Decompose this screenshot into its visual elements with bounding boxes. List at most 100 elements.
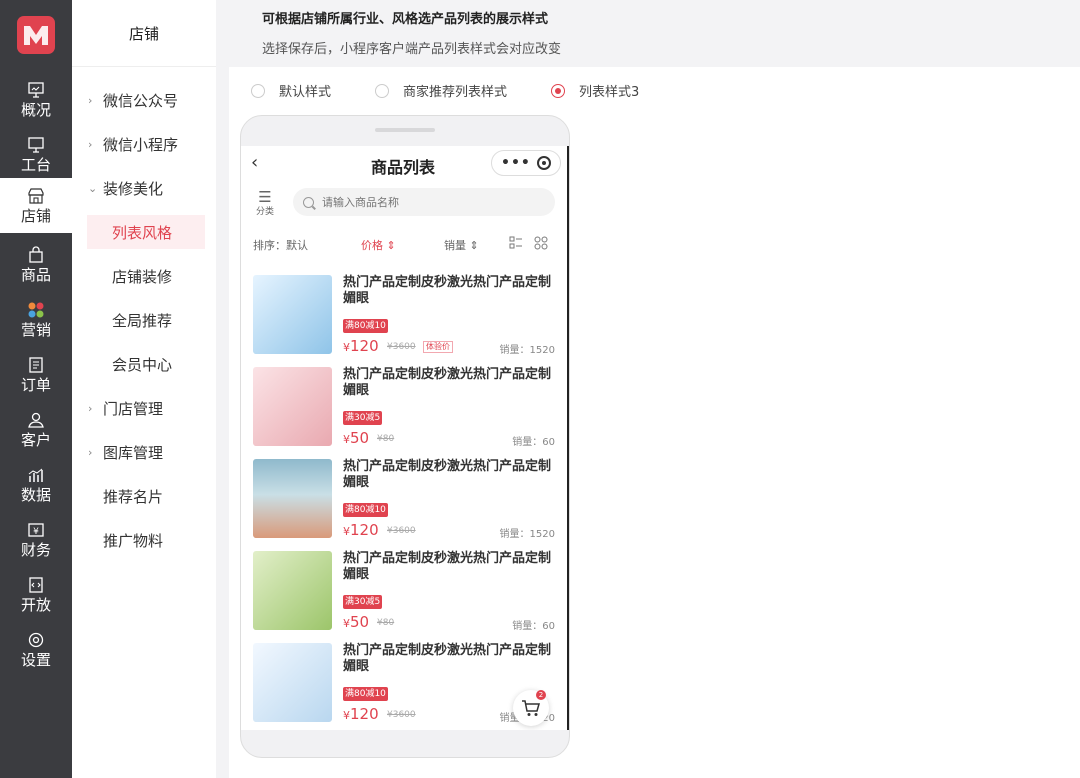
menu-item-business-card[interactable]: 推荐名片 xyxy=(72,479,216,513)
category-button[interactable]: ☰ 分类 xyxy=(253,188,277,218)
rail-label: 财务 xyxy=(20,540,51,559)
product-item[interactable]: 热门产品定制皮秒激光热门产品定制媚眼 满80减10 ¥120 ¥3600 销量：… xyxy=(241,459,565,551)
menu-item-store-management[interactable]: › 门店管理 xyxy=(72,391,216,425)
menu-item-gallery[interactable]: › 图库管理 xyxy=(72,435,216,469)
radio-default-style[interactable]: 默认样式 xyxy=(251,81,331,100)
product-image[interactable] xyxy=(253,643,332,722)
coupon-badge: 满30减5 xyxy=(343,411,383,425)
chevron-right-icon: › xyxy=(88,445,93,459)
sort-sales[interactable]: 销量 ⇕ xyxy=(444,237,479,253)
menu-item-mini-program[interactable]: › 微信小程序 xyxy=(72,127,216,161)
style-radio-group: 默认样式 商家推荐列表样式 列表样式3 xyxy=(251,81,683,100)
coupon-badge: 满80减10 xyxy=(343,319,388,333)
menu-item-member-center[interactable]: 会员中心 xyxy=(72,347,216,381)
rail-item-finance[interactable]: ¥ 财务 xyxy=(0,512,72,567)
product-item[interactable]: 热门产品定制皮秒激光热门产品定制媚眼 满30减5 ¥50 ¥80 销量：60 xyxy=(241,367,565,459)
rail-label: 工台 xyxy=(20,155,51,174)
rail-item-marketing[interactable]: 营销 xyxy=(0,292,72,347)
product-image[interactable] xyxy=(253,367,332,446)
code-icon xyxy=(27,576,45,594)
coupon-badge: 满80减10 xyxy=(343,687,388,701)
product-image[interactable] xyxy=(253,551,332,630)
main-area: 可根据店铺所属行业、风格选产品列表的展示样式 选择保存后，小程序客户端产品列表样… xyxy=(216,0,1080,778)
phone-screen: ‹ 商品列表 ••• ☰ 分类 排序：默认 价格 ⇕ 销量 ⇕ xyxy=(241,146,569,730)
more-dots-icon[interactable]: ••• xyxy=(501,155,531,171)
radio-dot-selected[interactable] xyxy=(551,83,566,98)
rail-item-settings[interactable]: 设置 xyxy=(0,622,72,677)
menu-item-list-style[interactable]: 列表风格 xyxy=(87,215,205,249)
notice-desc: 选择保存后，小程序客户端产品列表样式会对应改变 xyxy=(262,42,562,57)
rail-item-products[interactable]: 商品 xyxy=(0,237,72,292)
search-input[interactable] xyxy=(322,195,522,209)
menu-item-decoration[interactable]: ⌄ 装修美化 xyxy=(72,171,216,205)
coupon-badge: 满80减10 xyxy=(343,503,388,517)
list-menu-icon: ☰ xyxy=(258,188,272,206)
rail-label: 设置 xyxy=(20,650,51,669)
content-panel: 默认样式 商家推荐列表样式 列表样式3 ‹ 商品列表 ••• ☰ 分类 请输入商… xyxy=(229,67,1080,778)
price-value: 120 xyxy=(350,705,379,723)
rail-label: 订单 xyxy=(20,375,51,394)
search-box[interactable] xyxy=(293,188,555,216)
product-item[interactable]: 热门产品定制皮秒激光热门产品定制媚眼 满30减5 ¥50 ¥80 销量：60 xyxy=(241,551,565,643)
currency-symbol: ¥ xyxy=(343,341,350,354)
close-target-icon[interactable] xyxy=(536,156,551,170)
menu-item-global-recommend[interactable]: 全局推荐 xyxy=(72,303,216,337)
product-item[interactable]: 热门产品定制皮秒激光热门产品定制媚眼 满80减10 ¥120 ¥3600 体验价… xyxy=(241,275,565,367)
rail-item-customers[interactable]: 客户 xyxy=(0,402,72,457)
menu-item-label: 门店管理 xyxy=(103,399,164,418)
sales-count: 销量：60 xyxy=(512,437,555,448)
menu-item-promo-materials[interactable]: 推广物料 xyxy=(72,523,216,557)
product-name: 热门产品定制皮秒激光热门产品定制媚眼 xyxy=(343,459,552,490)
rail-item-data[interactable]: 数据 xyxy=(0,457,72,512)
notice-box: 可根据店铺所属行业、风格选产品列表的展示样式 选择保存后，小程序客户端产品列表样… xyxy=(240,0,1080,67)
rail-item-open[interactable]: 开放 xyxy=(0,567,72,622)
menu-item-label: 装修美化 xyxy=(103,179,164,198)
product-image[interactable] xyxy=(253,275,332,354)
price-value: 50 xyxy=(350,429,370,447)
finance-icon: ¥ xyxy=(27,521,45,539)
list-layout-icon[interactable] xyxy=(509,236,523,250)
rail-label: 营销 xyxy=(20,320,51,339)
trial-price-tag: 体验价 xyxy=(423,341,453,353)
radio-merchant-style[interactable]: 商家推荐列表样式 xyxy=(375,81,507,100)
rail-label: 概况 xyxy=(20,100,51,119)
menu-item-label: 微信小程序 xyxy=(103,135,179,154)
app-logo[interactable] xyxy=(17,16,55,54)
search-icon xyxy=(303,196,314,208)
phone-preview: ‹ 商品列表 ••• ☰ 分类 排序：默认 价格 ⇕ 销量 ⇕ xyxy=(240,115,570,758)
menu-item-store-decoration[interactable]: 店铺装修 xyxy=(72,259,216,293)
sales-count: 销量：1520 xyxy=(499,345,555,356)
rail-item-overview[interactable]: 概况 xyxy=(0,72,72,127)
product-price: ¥120 xyxy=(343,705,379,723)
radio-dot[interactable] xyxy=(251,83,265,98)
radio-label: 商家推荐列表样式 xyxy=(403,85,508,100)
rail-item-workbench[interactable]: 工台 xyxy=(0,127,72,182)
rail-item-store[interactable]: 店铺 xyxy=(0,178,72,233)
menu-item-label: 图库管理 xyxy=(103,443,164,462)
price-value: 50 xyxy=(350,613,370,631)
sort-price[interactable]: 价格 ⇕ xyxy=(361,237,396,253)
product-image[interactable] xyxy=(253,459,332,538)
cart-badge: 2 xyxy=(536,690,546,700)
original-price: ¥3600 xyxy=(387,342,416,352)
price-value: 120 xyxy=(350,337,379,355)
bag-icon xyxy=(27,245,45,264)
sales-count: 销量：1520 xyxy=(499,529,555,540)
user-icon xyxy=(27,411,45,429)
radio-list-style-3[interactable]: 列表样式3 xyxy=(551,81,639,100)
marketing-grid-icon xyxy=(27,301,45,319)
cart-button[interactable]: 2 xyxy=(513,690,549,726)
menu-item-wechat-official[interactable]: › 微信公众号 xyxy=(72,83,216,117)
product-price: ¥120 xyxy=(343,337,379,355)
notice-title: 可根据店铺所属行业、风格选产品列表的展示样式 xyxy=(262,12,549,27)
rail-label: 数据 xyxy=(20,485,51,504)
grid-layout-icon[interactable] xyxy=(534,236,548,250)
rail-item-orders[interactable]: 订单 xyxy=(0,347,72,402)
sort-default[interactable]: 排序：默认 xyxy=(253,237,308,253)
original-price: ¥80 xyxy=(377,434,395,444)
chevron-right-icon: › xyxy=(88,93,93,107)
radio-dot[interactable] xyxy=(375,83,390,98)
secondary-menu: 店铺 › 微信公众号 › 微信小程序 ⌄ 装修美化 列表风格 店铺装修 全局推荐… xyxy=(72,0,216,778)
menu-item-label: 全局推荐 xyxy=(112,311,173,330)
sales-count: 销量：60 xyxy=(512,621,555,632)
